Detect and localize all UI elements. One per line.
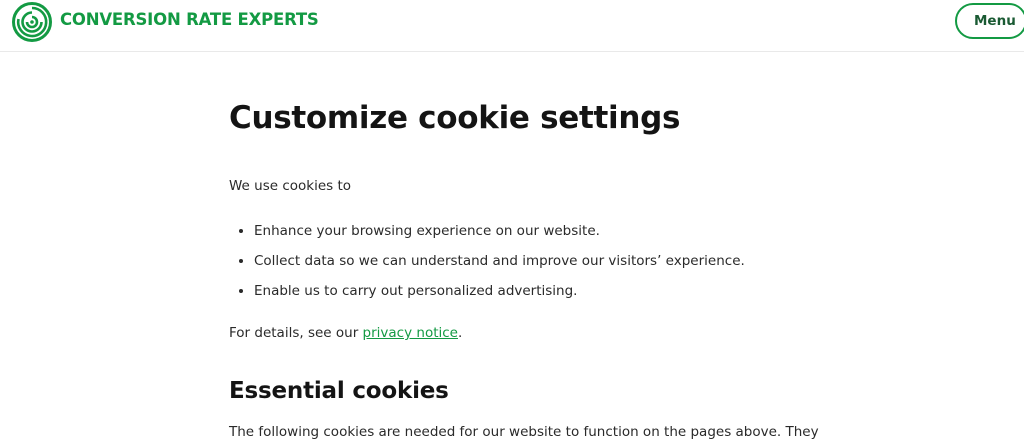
cookie-purpose-list: Enhance your browsing experience on our …	[229, 222, 745, 312]
page-title: Customize cookie settings	[229, 100, 681, 136]
section-text: The following cookies are needed for our…	[229, 424, 819, 440]
section-title: Essential cookies	[229, 378, 449, 404]
list-item-text: Enable us to carry out personalized adve…	[254, 283, 578, 299]
maze-logo-icon[interactable]	[12, 2, 52, 42]
list-item: Enhance your browsing experience on our …	[229, 222, 745, 252]
details-text: For details, see our privacy notice.	[229, 325, 462, 341]
list-item-text: Enhance your browsing experience on our …	[254, 223, 600, 239]
details-suffix: .	[457, 325, 463, 341]
privacy-notice-link[interactable]: privacy notice	[363, 325, 458, 341]
list-item: Enable us to carry out personalized adve…	[229, 282, 745, 312]
menu-button[interactable]: Menu	[955, 3, 1024, 39]
site-header: CONVERSION RATE EXPERTS Menu	[0, 0, 1024, 52]
bullet-icon	[239, 289, 243, 293]
bullet-icon	[239, 229, 243, 233]
list-item: Collect data so we can understand and im…	[229, 252, 745, 282]
bullet-icon	[239, 259, 243, 263]
intro-text: We use cookies to	[229, 178, 352, 194]
list-item-text: Collect data so we can understand and im…	[254, 253, 745, 269]
brand-name[interactable]: CONVERSION RATE EXPERTS	[60, 10, 319, 29]
details-prefix: For details, see our	[229, 325, 363, 341]
